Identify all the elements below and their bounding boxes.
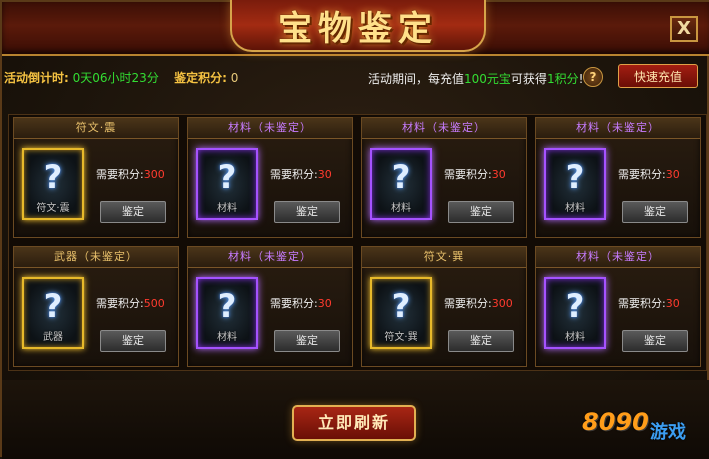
required-points: 需要积分:30 [270,166,332,182]
quick-recharge-button[interactable]: 快速充值 [618,64,698,88]
required-points: 需要积分:30 [618,166,680,182]
required-points: 需要积分:30 [444,166,506,182]
required-points: 需要积分:30 [270,295,332,311]
item-slot[interactable]: ? 材料 [196,148,258,220]
item-title: 符文·震 [14,118,178,139]
item-card: 材料（未鉴定）? 材料 需要积分:30 鉴定 [535,117,701,238]
item-title: 材料（未鉴定） [536,118,700,139]
required-points-value: 300 [143,168,165,181]
item-card: 符文·巽? 符文·巽 需要积分:300 鉴定 [361,246,527,367]
question-mark-icon: ? [565,287,585,325]
item-slot[interactable]: ? 材料 [370,148,432,220]
item-slot[interactable]: ? 符文·震 [22,148,84,220]
item-slot[interactable]: ? 材料 [544,277,606,349]
item-slot[interactable]: ? 材料 [196,277,258,349]
countdown-area: 活动倒计时: 0天06小时23分 鉴定积分: 0 [4,69,238,86]
appraise-button[interactable]: 鉴定 [622,330,688,352]
item-slot-name: 材料 [391,203,411,214]
question-mark-icon: ? [391,158,411,196]
item-slot-name: 符文·巽 [384,332,418,343]
logo-number: 8090 [582,408,649,436]
required-points: 需要积分:300 [444,295,513,311]
appraise-button[interactable]: 鉴定 [448,330,514,352]
required-points-label: 需要积分: [270,297,318,310]
required-points-value: 300 [491,297,513,310]
appraise-button[interactable]: 鉴定 [622,201,688,223]
appraise-button[interactable]: 鉴定 [274,201,340,223]
item-slot-name: 材料 [565,332,585,343]
points-label: 鉴定积分: [174,71,227,85]
required-points-value: 30 [317,297,332,310]
question-mark-icon: ? [391,287,411,325]
appraise-button[interactable]: 鉴定 [100,330,166,352]
required-points-label: 需要积分: [270,168,318,181]
item-title: 材料（未鉴定） [362,118,526,139]
points-value: 0 [230,71,239,85]
required-points: 需要积分:30 [618,295,680,311]
appraise-button[interactable]: 鉴定 [448,201,514,223]
window-title: 宝物鉴定 [278,8,438,49]
item-card: 材料（未鉴定）? 材料 需要积分:30 鉴定 [361,117,527,238]
countdown-label: 活动倒计时: [4,71,69,85]
logo-word: 游戏 [650,422,686,443]
question-mark-icon: ? [217,287,237,325]
promo-reward: 1积分 [546,72,579,86]
promo-amount: 100元宝 [464,72,511,86]
required-points-value: 500 [143,297,165,310]
help-icon[interactable]: ? [583,67,603,87]
close-button[interactable]: X [670,16,698,42]
required-points-value: 30 [665,297,680,310]
required-points-value: 30 [665,168,680,181]
promo-middle: 可获得 [510,72,547,86]
required-points-value: 30 [491,168,506,181]
item-slot-name: 武器 [43,332,63,343]
item-card: 武器（未鉴定）? 武器 需要积分:500 鉴定 [13,246,179,367]
required-points-label: 需要积分: [96,168,144,181]
required-points: 需要积分:500 [96,295,165,311]
required-points-value: 30 [317,168,332,181]
required-points-label: 需要积分: [618,297,666,310]
item-slot-name: 材料 [217,332,237,343]
item-card: 材料（未鉴定）? 材料 需要积分:30 鉴定 [187,246,353,367]
item-grid: 符文·震? 符文·震 需要积分:300 鉴定 材料（未鉴定）? 材料 需要积分:30 鉴定 材料… [8,114,707,371]
appraisal-window: 宝物鉴定 X 活动倒计时: 0天06小时23分 鉴定积分: 0 活动期间，每充值… [0,0,709,459]
title-banner: 宝物鉴定 [2,0,709,56]
required-points-label: 需要积分: [96,297,144,310]
question-mark-icon: ? [43,158,63,196]
item-card: 材料（未鉴定）? 材料 需要积分:30 鉴定 [187,117,353,238]
title-plate: 宝物鉴定 [230,0,486,52]
required-points-label: 需要积分: [618,168,666,181]
item-card: 符文·震? 符文·震 需要积分:300 鉴定 [13,117,179,238]
question-mark-icon: ? [43,287,63,325]
question-mark-icon: ? [217,158,237,196]
item-title: 材料（未鉴定） [188,118,352,139]
promo-text: 活动期间，每充值100元宝可获得1积分! [368,70,583,87]
question-mark-icon: ? [565,158,585,196]
appraise-button[interactable]: 鉴定 [100,201,166,223]
appraise-button[interactable]: 鉴定 [274,330,340,352]
item-card: 材料（未鉴定）? 材料 需要积分:30 鉴定 [535,246,701,367]
item-title: 材料（未鉴定） [536,247,700,268]
item-title: 符文·巽 [362,247,526,268]
refresh-now-button[interactable]: 立即刷新 [292,405,416,441]
item-slot-name: 材料 [565,203,585,214]
required-points-label: 需要积分: [444,297,492,310]
item-title: 武器（未鉴定） [14,247,178,268]
item-slot-name: 符文·震 [36,203,70,214]
countdown-value: 0天06小时23分 [72,71,159,85]
item-slot[interactable]: ? 武器 [22,277,84,349]
site-watermark-logo: 8090 游戏 [582,404,704,450]
promo-prefix: 活动期间，每充值 [368,72,465,86]
item-title: 材料（未鉴定） [188,247,352,268]
item-slot-name: 材料 [217,203,237,214]
required-points-label: 需要积分: [444,168,492,181]
item-slot[interactable]: ? 符文·巽 [370,277,432,349]
required-points: 需要积分:300 [96,166,165,182]
item-slot[interactable]: ? 材料 [544,148,606,220]
